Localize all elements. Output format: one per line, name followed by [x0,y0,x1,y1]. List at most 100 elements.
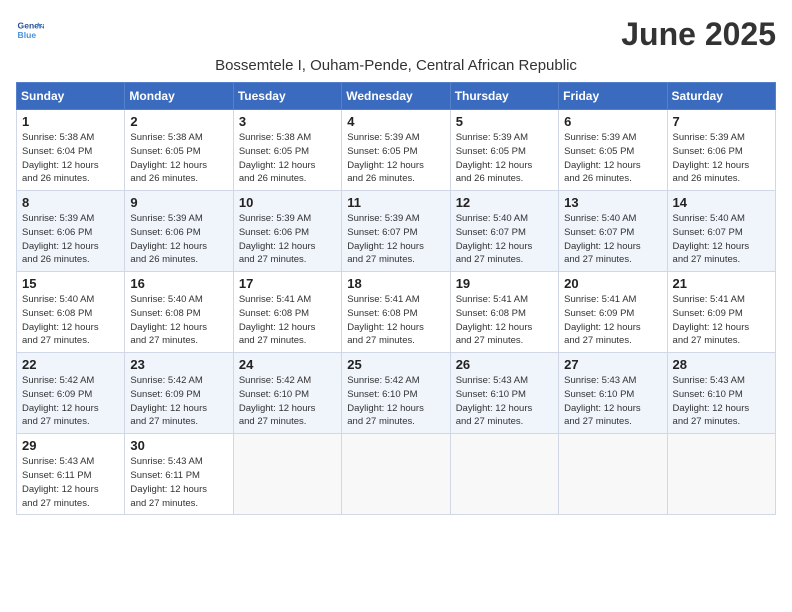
calendar-cell: 23 Sunrise: 5:42 AMSunset: 6:09 PMDayligh… [125,353,233,434]
day-of-week-header: Monday [125,83,233,110]
day-number: 10 [239,195,336,210]
day-of-week-header: Saturday [667,83,775,110]
day-number: 6 [564,114,661,129]
day-number: 23 [130,357,227,372]
day-number: 16 [130,276,227,291]
calendar-cell: 28 Sunrise: 5:43 AMSunset: 6:10 PMDayligh… [667,353,775,434]
day-info: Sunrise: 5:43 AMSunset: 6:10 PMDaylight:… [673,374,770,429]
day-info: Sunrise: 5:42 AMSunset: 6:10 PMDaylight:… [347,374,444,429]
day-number: 17 [239,276,336,291]
day-number: 18 [347,276,444,291]
calendar-cell: 20 Sunrise: 5:41 AMSunset: 6:09 PMDayligh… [559,272,667,353]
day-info: Sunrise: 5:38 AMSunset: 6:05 PMDaylight:… [239,131,336,186]
day-info: Sunrise: 5:40 AMSunset: 6:08 PMDaylight:… [22,293,119,348]
day-of-week-header: Friday [559,83,667,110]
day-number: 24 [239,357,336,372]
calendar-cell: 27Sunrise: 5:43 AMSunset: 6:10 PMDayligh… [559,353,667,434]
month-title: June 2025 [621,16,776,53]
day-info: Sunrise: 5:39 AMSunset: 6:05 PMDaylight:… [564,131,661,186]
day-number: 21 [673,276,770,291]
day-info: Sunrise: 5:40 AMSunset: 6:08 PMDaylight:… [130,293,227,348]
calendar-cell: 8 Sunrise: 5:39 AMSunset: 6:06 PMDaylight… [17,191,125,272]
calendar-cell: 2 Sunrise: 5:38 AMSunset: 6:05 PMDaylight… [125,110,233,191]
logo: General Blue [16,16,44,44]
calendar-cell: 9 Sunrise: 5:39 AMSunset: 6:06 PMDaylight… [125,191,233,272]
svg-text:Blue: Blue [18,30,37,40]
day-of-week-header: Tuesday [233,83,341,110]
day-of-week-header: Sunday [17,83,125,110]
day-info: Sunrise: 5:43 AMSunset: 6:11 PMDaylight:… [130,455,227,510]
calendar-cell [233,434,341,515]
calendar-cell: 7 Sunrise: 5:39 AMSunset: 6:06 PMDaylight… [667,110,775,191]
calendar-cell: 15Sunrise: 5:40 AMSunset: 6:08 PMDayligh… [17,272,125,353]
calendar-cell: 26 Sunrise: 5:43 AMSunset: 6:10 PMDayligh… [450,353,558,434]
day-info: Sunrise: 5:38 AMSunset: 6:05 PMDaylight:… [130,131,227,186]
day-of-week-header: Wednesday [342,83,450,110]
day-number: 20 [564,276,661,291]
day-number: 28 [673,357,770,372]
day-number: 25 [347,357,444,372]
day-number: 11 [347,195,444,210]
day-number: 1 [22,114,119,129]
calendar-cell: 1 Sunrise: 5:38 AMSunset: 6:04 PMDaylight… [17,110,125,191]
day-number: 30 [130,438,227,453]
day-info: Sunrise: 5:43 AMSunset: 6:11 PMDaylight:… [22,455,119,510]
calendar-cell [342,434,450,515]
day-info: Sunrise: 5:43 AMSunset: 6:10 PMDaylight:… [564,374,661,429]
day-number: 19 [456,276,553,291]
day-info: Sunrise: 5:41 AMSunset: 6:09 PMDaylight:… [673,293,770,348]
calendar-cell [667,434,775,515]
day-info: Sunrise: 5:42 AMSunset: 6:09 PMDaylight:… [130,374,227,429]
day-number: 2 [130,114,227,129]
calendar-cell: 3 Sunrise: 5:38 AMSunset: 6:05 PMDaylight… [233,110,341,191]
day-number: 29 [22,438,119,453]
calendar-cell [450,434,558,515]
day-number: 9 [130,195,227,210]
day-info: Sunrise: 5:42 AMSunset: 6:09 PMDaylight:… [22,374,119,429]
calendar-cell: 6 Sunrise: 5:39 AMSunset: 6:05 PMDaylight… [559,110,667,191]
day-info: Sunrise: 5:43 AMSunset: 6:10 PMDaylight:… [456,374,553,429]
calendar-cell: 16 Sunrise: 5:40 AMSunset: 6:08 PMDayligh… [125,272,233,353]
calendar-cell: 4 Sunrise: 5:39 AMSunset: 6:05 PMDaylight… [342,110,450,191]
calendar-cell: 30 Sunrise: 5:43 AMSunset: 6:11 PMDayligh… [125,434,233,515]
day-info: Sunrise: 5:40 AMSunset: 6:07 PMDaylight:… [456,212,553,267]
day-number: 26 [456,357,553,372]
day-info: Sunrise: 5:39 AMSunset: 6:06 PMDaylight:… [22,212,119,267]
calendar-cell: 19 Sunrise: 5:41 AMSunset: 6:08 PMDayligh… [450,272,558,353]
day-number: 3 [239,114,336,129]
day-number: 7 [673,114,770,129]
header: General Blue June 2025 [16,16,776,53]
calendar-cell: 18Sunrise: 5:41 AMSunset: 6:08 PMDayligh… [342,272,450,353]
day-info: Sunrise: 5:40 AMSunset: 6:07 PMDaylight:… [673,212,770,267]
day-info: Sunrise: 5:39 AMSunset: 6:06 PMDaylight:… [673,131,770,186]
day-info: Sunrise: 5:39 AMSunset: 6:06 PMDaylight:… [130,212,227,267]
day-number: 4 [347,114,444,129]
day-info: Sunrise: 5:41 AMSunset: 6:08 PMDaylight:… [456,293,553,348]
day-number: 22 [22,357,119,372]
calendar-cell: 10 Sunrise: 5:39 AMSunset: 6:06 PMDayligh… [233,191,341,272]
day-info: Sunrise: 5:38 AMSunset: 6:04 PMDaylight:… [22,131,119,186]
calendar-cell: 17 Sunrise: 5:41 AMSunset: 6:08 PMDayligh… [233,272,341,353]
day-info: Sunrise: 5:39 AMSunset: 6:05 PMDaylight:… [456,131,553,186]
day-info: Sunrise: 5:39 AMSunset: 6:07 PMDaylight:… [347,212,444,267]
day-info: Sunrise: 5:42 AMSunset: 6:10 PMDaylight:… [239,374,336,429]
day-info: Sunrise: 5:40 AMSunset: 6:07 PMDaylight:… [564,212,661,267]
day-info: Sunrise: 5:39 AMSunset: 6:06 PMDaylight:… [239,212,336,267]
calendar-cell [559,434,667,515]
calendar-cell: 24 Sunrise: 5:42 AMSunset: 6:10 PMDayligh… [233,353,341,434]
day-of-week-header: Thursday [450,83,558,110]
day-info: Sunrise: 5:41 AMSunset: 6:08 PMDaylight:… [239,293,336,348]
calendar-cell: 12Sunrise: 5:40 AMSunset: 6:07 PMDayligh… [450,191,558,272]
calendar-table: SundayMondayTuesdayWednesdayThursdayFrid… [16,82,776,515]
day-info: Sunrise: 5:41 AMSunset: 6:09 PMDaylight:… [564,293,661,348]
day-number: 5 [456,114,553,129]
calendar-cell: 13Sunrise: 5:40 AMSunset: 6:07 PMDayligh… [559,191,667,272]
calendar-cell: 25 Sunrise: 5:42 AMSunset: 6:10 PMDayligh… [342,353,450,434]
calendar-cell: 22 Sunrise: 5:42 AMSunset: 6:09 PMDayligh… [17,353,125,434]
day-number: 14 [673,195,770,210]
day-info: Sunrise: 5:39 AMSunset: 6:05 PMDaylight:… [347,131,444,186]
day-number: 8 [22,195,119,210]
subtitle: Bossemtele I, Ouham-Pende, Central Afric… [16,57,776,74]
calendar-cell: 14 Sunrise: 5:40 AMSunset: 6:07 PMDayligh… [667,191,775,272]
calendar-cell: 5 Sunrise: 5:39 AMSunset: 6:05 PMDaylight… [450,110,558,191]
